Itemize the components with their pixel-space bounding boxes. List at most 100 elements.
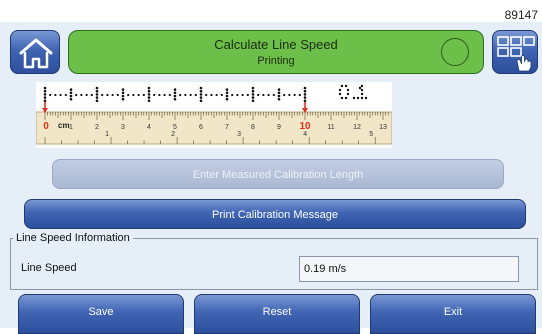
cm-tick-label: 6 — [199, 124, 203, 131]
print-dot — [69, 88, 73, 91]
print-dot — [360, 92, 364, 96]
cm-tick-label: 1 — [69, 124, 73, 131]
ruler-graphic: 0 1 2 3 4 5 6 7 8 9 10 11 12 13cm1 2 3 4 5 — [35, 84, 393, 145]
save-button[interactable]: Save — [18, 294, 184, 334]
print-dot — [142, 93, 145, 97]
cm-tick-label: 3 — [121, 124, 125, 131]
print-dot — [168, 93, 171, 97]
print-dot — [95, 99, 99, 103]
print-dot — [59, 93, 62, 97]
print-calibration-message-button[interactable]: Print Calibration Message — [24, 199, 526, 229]
print-dot — [173, 97, 177, 101]
print-dot — [220, 93, 223, 97]
print-dot — [251, 96, 255, 99]
print-dot — [344, 84, 348, 88]
print-dot — [277, 88, 281, 91]
print-dot — [69, 91, 73, 95]
print-dot — [344, 96, 348, 100]
print-dot — [225, 94, 229, 98]
print-dot — [205, 93, 208, 97]
print-dot — [293, 93, 296, 97]
print-dot — [153, 93, 156, 97]
print-dot — [90, 93, 93, 97]
cm-tick-label: 11 — [327, 124, 334, 131]
reset-button[interactable]: Reset — [194, 294, 360, 334]
print-dot — [95, 93, 99, 96]
ruler-unit-label: cm — [58, 121, 70, 130]
print-dot — [137, 93, 140, 97]
print-dot — [364, 96, 368, 100]
print-dot — [184, 93, 187, 97]
print-dot — [303, 93, 307, 96]
cm-tick-label: 2 — [95, 124, 99, 131]
print-dot — [121, 97, 125, 101]
print-dot — [121, 94, 125, 98]
print-dot — [43, 99, 47, 103]
print-dot — [272, 93, 275, 97]
print-dot — [147, 96, 151, 99]
inch-tick-label: 3 — [237, 131, 241, 138]
status-indicator-icon — [441, 38, 469, 66]
print-dot — [303, 99, 307, 103]
print-dot — [225, 88, 229, 91]
print-dot — [127, 93, 130, 97]
print-dot — [173, 91, 177, 95]
print-dot — [340, 96, 344, 100]
cm-tick-label: 9 — [277, 124, 281, 131]
exit-button[interactable]: Exit — [370, 294, 536, 334]
print-dot — [199, 89, 203, 93]
print-dot — [277, 91, 281, 95]
line-speed-info-legend: Line Speed Information — [16, 232, 130, 244]
print-dot — [116, 93, 119, 97]
cm-tick-label: 0 — [43, 121, 49, 132]
print-dot — [262, 93, 265, 97]
print-dot — [95, 86, 99, 90]
print-dot — [49, 93, 52, 97]
print-dot — [251, 89, 255, 93]
print-dot — [277, 94, 281, 98]
calibration-ruler: 0 1 2 3 4 5 6 7 8 9 10 11 12 13 cm 1 2 3 4 5 — [35, 82, 393, 148]
cm-tick-label: 7 — [225, 124, 229, 131]
print-dot — [158, 93, 161, 97]
print-dot — [241, 93, 244, 97]
print-dot — [288, 93, 291, 97]
print-dot — [111, 93, 114, 97]
print-dot — [251, 99, 255, 103]
print-dot — [340, 84, 344, 88]
print-dot — [360, 96, 364, 100]
print-dot — [194, 93, 197, 97]
inch-tick-label: 2 — [171, 131, 175, 138]
menu-button[interactable] — [492, 30, 538, 74]
print-dot — [173, 88, 177, 91]
print-dot — [101, 93, 104, 97]
print-dot — [358, 86, 362, 90]
home-button[interactable] — [10, 30, 60, 74]
print-dot — [303, 89, 307, 93]
print-dot — [163, 93, 166, 97]
print-dot — [179, 93, 182, 97]
title-bar: Calculate Line Speed Printing — [68, 30, 484, 74]
print-dot — [225, 97, 229, 101]
enter-calibration-length-button[interactable]: Enter Measured Calibration Length — [52, 159, 504, 189]
cm-tick-label: 13 — [379, 124, 387, 131]
print-dot — [303, 86, 307, 90]
print-dot — [251, 93, 255, 96]
print-dot — [236, 93, 239, 97]
line-speed-label: Line Speed — [21, 262, 77, 274]
cm-tick-label: 12 — [353, 124, 361, 131]
print-dot — [338, 88, 342, 92]
inch-tick-label: 4 — [303, 131, 307, 138]
print-dot — [75, 93, 78, 97]
inch-tick-label: 5 — [369, 131, 373, 138]
print-dot — [147, 99, 151, 103]
print-dot — [85, 93, 88, 97]
print-dot — [225, 91, 229, 95]
print-dot — [215, 93, 218, 97]
inch-tick-label: 1 — [105, 131, 109, 138]
print-dot — [121, 88, 125, 91]
print-dot — [338, 92, 342, 96]
cm-tick-label: 4 — [147, 124, 151, 131]
print-dot — [360, 88, 364, 92]
print-dot — [173, 94, 177, 98]
print-dot — [69, 97, 73, 101]
